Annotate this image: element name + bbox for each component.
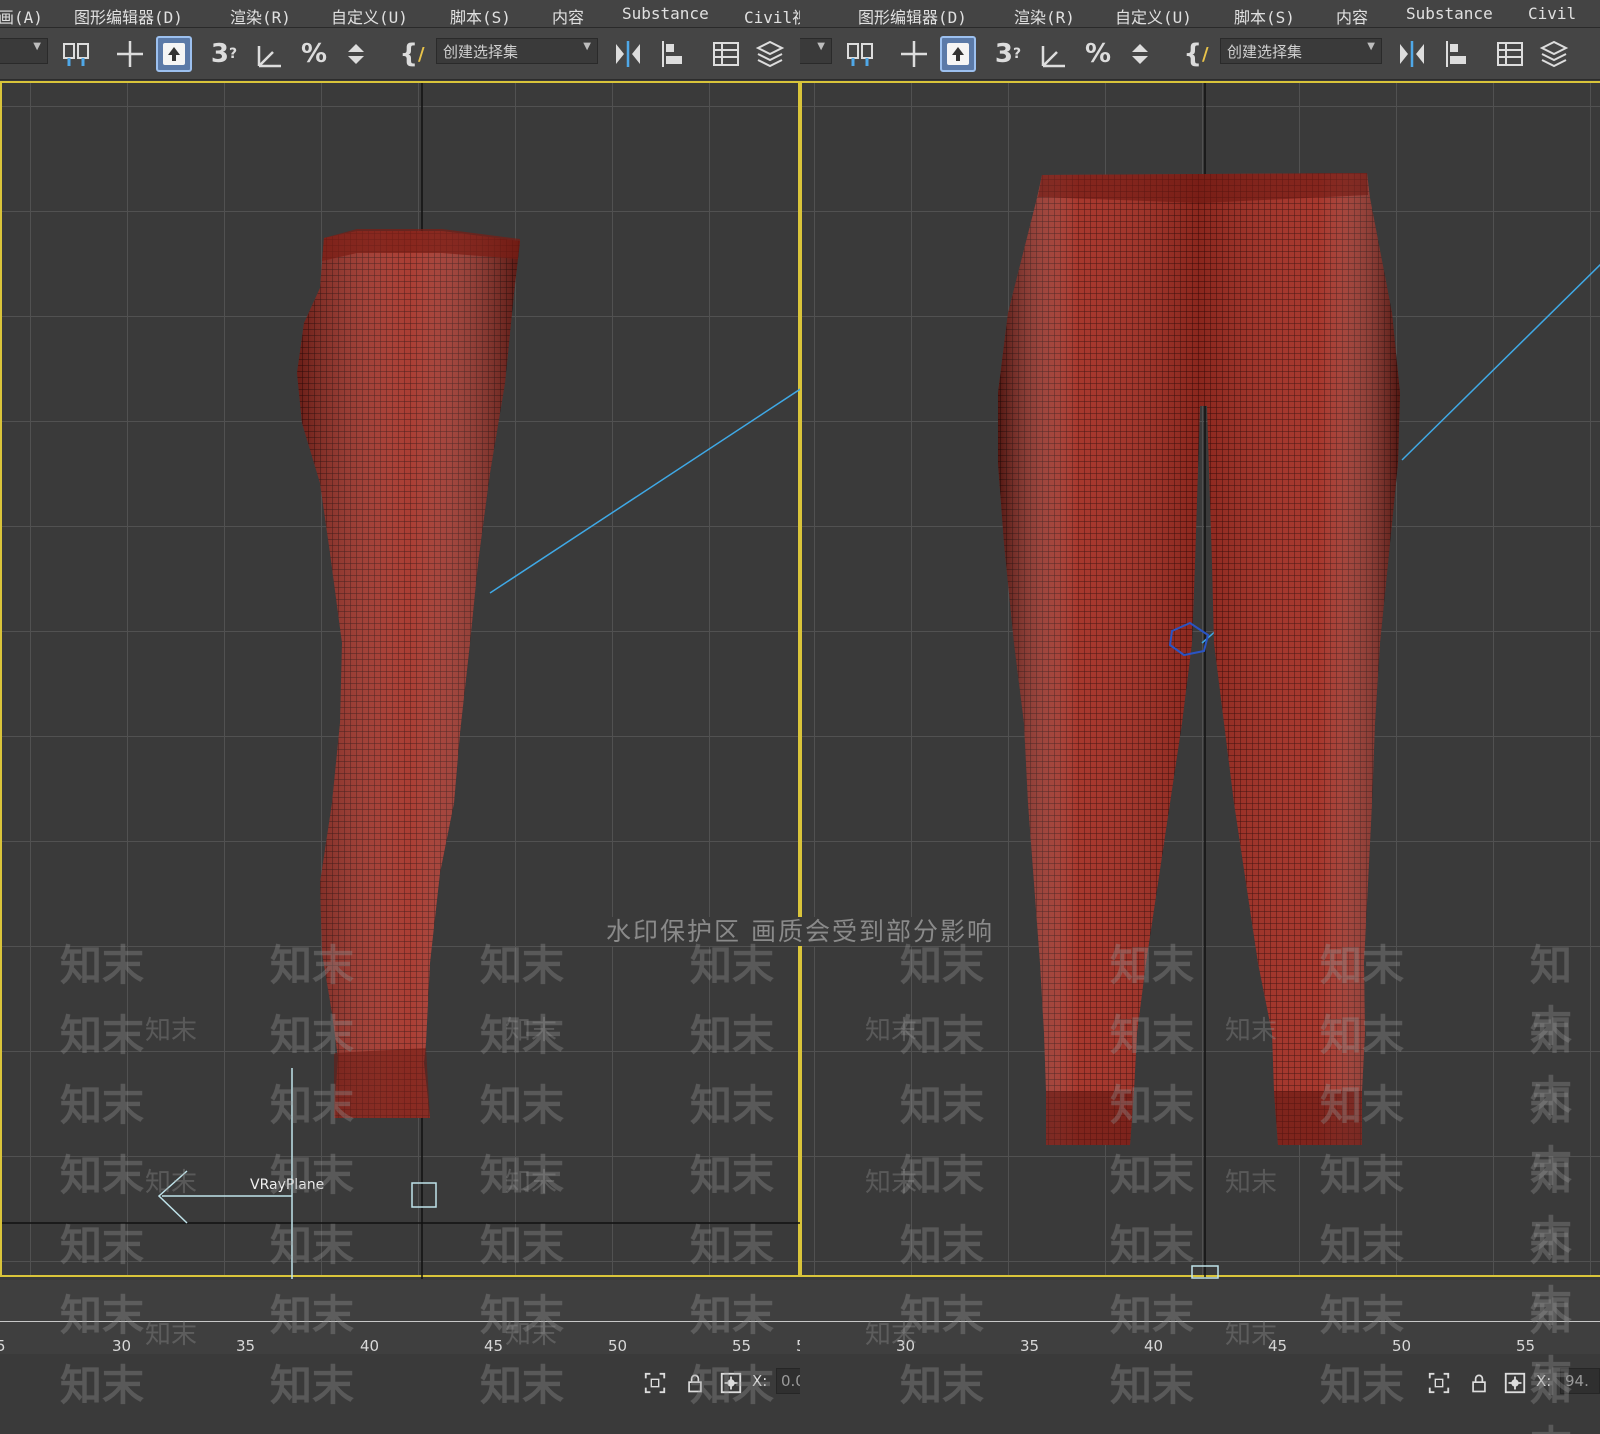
move-icon[interactable] (112, 36, 148, 72)
layer-manager-icon[interactable] (752, 36, 788, 72)
align-icon[interactable] (656, 36, 692, 72)
mirror-icon[interactable] (1394, 36, 1430, 72)
vray-plane-target[interactable] (411, 1182, 437, 1208)
right-app-window: 图形编辑器(D) 渲染(R) 自定义(U) 脚本(S) 内容 Substance… (800, 0, 1600, 1434)
leggings-side-shading (297, 231, 520, 1118)
menu-bar: 图形编辑器(D) 渲染(R) 自定义(U) 脚本(S) 内容 Substance… (800, 0, 1600, 28)
spinner-snap-icon[interactable] (1124, 36, 1160, 72)
select-object-icon[interactable] (940, 36, 976, 72)
viewport-right-canvas (998, 83, 1600, 1279)
x-coordinate-field[interactable]: 0.0 (776, 1368, 800, 1394)
ankle-cuff-side (334, 1048, 430, 1118)
tick-label: 35 (236, 1337, 256, 1355)
selection-lock-icon[interactable] (1466, 1370, 1492, 1396)
tick-label: 55 (1516, 1337, 1536, 1355)
named-selection-edit-icon[interactable]: {/ (394, 36, 430, 72)
select-and-link-icon[interactable] (842, 36, 878, 72)
viewport-left-canvas (2, 83, 800, 1279)
menu-item-civil-view[interactable]: Civil视图(A) (744, 4, 800, 28)
tick-label: 50 (608, 1337, 628, 1355)
menu-item-view[interactable]: 画(A) (0, 4, 43, 28)
snaps-3d-icon[interactable]: 3? (990, 36, 1026, 72)
menu-item-graph-editors[interactable]: 图形编辑器(D) (74, 4, 183, 28)
main-toolbar: ▼ 3? % {/ 创建选择集 ▼ (800, 28, 1600, 80)
menu-item-substance[interactable]: Substance (1406, 4, 1493, 23)
status-bar: X: 94. (800, 1356, 1600, 1434)
menu-item-substance[interactable]: Substance (622, 4, 709, 23)
screenshot-stage: 画(A) 图形编辑器(D) 渲染(R) 自定义(U) 脚本(S) 内容 Subs… (0, 0, 1600, 1434)
menu-item-customize[interactable]: 自定义(U) (1115, 4, 1192, 28)
mirror-icon[interactable] (610, 36, 646, 72)
scene-explorer-icon[interactable] (1492, 36, 1528, 72)
angle-snap-icon[interactable] (252, 36, 288, 72)
left-app-window: 画(A) 图形编辑器(D) 渲染(R) 自定义(U) 脚本(S) 内容 Subs… (0, 0, 800, 1434)
selection-lock-icon[interactable] (682, 1370, 708, 1396)
menu-item-content[interactable]: 内容 (552, 4, 584, 28)
absolute-mode-transform-icon[interactable] (718, 1370, 744, 1396)
ankle-cuff-right-leg (1046, 1091, 1134, 1145)
x-coordinate-label: X: (1536, 1372, 1552, 1390)
move-icon[interactable] (896, 36, 932, 72)
chevron-down-icon: ▼ (33, 41, 41, 52)
vray-plane-label: VRayPlane (250, 1177, 325, 1193)
tick-label: 45 (1268, 1337, 1288, 1355)
chevron-down-icon: ▼ (817, 41, 825, 52)
menu-bar: 画(A) 图形编辑器(D) 渲染(R) 自定义(U) 脚本(S) 内容 Subs… (0, 0, 800, 28)
ankle-cuff-left-leg (1274, 1091, 1362, 1145)
named-selection-edit-icon[interactable]: {/ (1178, 36, 1214, 72)
menu-item-civil-view[interactable]: Civil (1528, 4, 1576, 23)
chevron-down-icon: ▼ (1367, 41, 1375, 52)
light-direction-line (489, 388, 800, 594)
tick-label: 55 (732, 1337, 752, 1355)
spinner-snap-icon[interactable] (340, 36, 376, 72)
menu-item-scripting[interactable]: 脚本(S) (1234, 4, 1295, 28)
scene-explorer-icon[interactable] (708, 36, 744, 72)
menu-item-content[interactable]: 内容 (1336, 4, 1368, 28)
isolate-selection-icon[interactable] (1426, 1370, 1452, 1396)
selection-filter-dropdown[interactable]: ▼ (800, 38, 832, 64)
align-icon[interactable] (1440, 36, 1476, 72)
select-object-icon[interactable] (156, 36, 192, 72)
percent-snap-icon[interactable]: % (1080, 36, 1116, 72)
snaps-3d-icon[interactable]: 3? (206, 36, 242, 72)
tick-label: 30 (112, 1337, 132, 1355)
tick-label: 40 (360, 1337, 380, 1355)
tick-label: 5 (0, 1337, 6, 1355)
chevron-down-icon: ▼ (583, 41, 591, 52)
menu-item-graph-editors[interactable]: 图形编辑器(D) (858, 4, 967, 28)
tick-label: 35 (1020, 1337, 1040, 1355)
time-slider-track[interactable] (800, 1280, 1600, 1354)
menu-item-rendering[interactable]: 渲染(R) (1014, 4, 1075, 28)
tick-label: 45 (484, 1337, 504, 1355)
timeline-ruler (800, 1321, 1600, 1322)
viewport-left[interactable]: VRayPlane (0, 81, 800, 1279)
percent-snap-icon[interactable]: % (296, 36, 332, 72)
absolute-mode-transform-icon[interactable] (1502, 1370, 1528, 1396)
select-and-link-icon[interactable] (58, 36, 94, 72)
light-direction-line (1401, 263, 1600, 461)
isolate-selection-icon[interactable] (642, 1370, 668, 1396)
vray-plane-arrow (157, 1170, 188, 1224)
x-coordinate-label: X: (752, 1372, 768, 1390)
named-selection-set-dropdown[interactable]: 创建选择集 ▼ (436, 38, 598, 64)
menu-item-rendering[interactable]: 渲染(R) (230, 4, 291, 28)
tick-label: 50 (1392, 1337, 1412, 1355)
status-bar: X: 0.0 (0, 1356, 800, 1434)
viewport-right[interactable] (800, 81, 1600, 1279)
x-coordinate-field[interactable]: 94. (1560, 1368, 1600, 1394)
layer-manager-icon[interactable] (1536, 36, 1572, 72)
main-toolbar: ▼ 3? % {/ 创建选择集 ▼ (0, 28, 800, 80)
selection-filter-dropdown[interactable]: ▼ (0, 38, 48, 64)
menu-item-scripting[interactable]: 脚本(S) (450, 4, 511, 28)
timeline-ruler (0, 1321, 800, 1322)
tick-label: 30 (896, 1337, 916, 1355)
menu-item-customize[interactable]: 自定义(U) (331, 4, 408, 28)
named-selection-set-dropdown[interactable]: 创建选择集 ▼ (1220, 38, 1382, 64)
angle-snap-icon[interactable] (1036, 36, 1072, 72)
tick-label: 40 (1144, 1337, 1164, 1355)
leggings-front-shading (998, 173, 1400, 1145)
